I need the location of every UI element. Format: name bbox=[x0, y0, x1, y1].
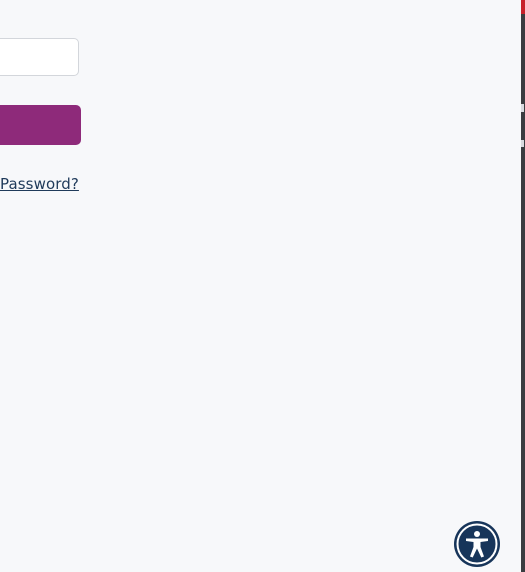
forgot-password-link[interactable]: Password? bbox=[0, 175, 79, 193]
password-input[interactable] bbox=[0, 38, 79, 76]
accessibility-person-icon bbox=[456, 523, 498, 565]
panel-accent-strip bbox=[521, 0, 525, 14]
adjacent-panel-edge bbox=[521, 0, 525, 572]
accessibility-menu-button[interactable] bbox=[454, 521, 500, 567]
sign-in-button[interactable] bbox=[0, 105, 81, 145]
panel-text-fragment bbox=[521, 104, 524, 112]
panel-text-fragment bbox=[521, 140, 524, 147]
page: Password? bbox=[0, 0, 525, 572]
